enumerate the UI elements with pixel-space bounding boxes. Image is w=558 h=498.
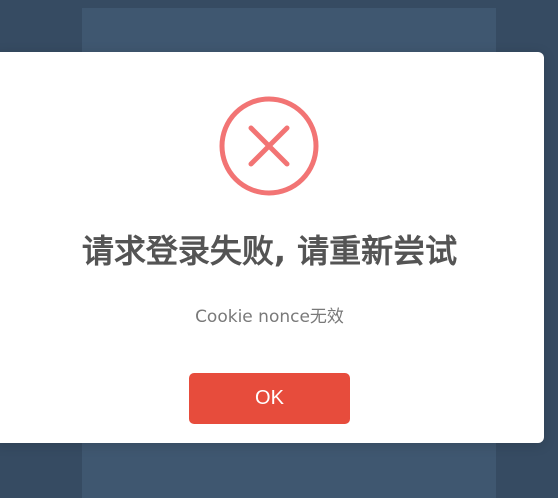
dialog-message: Cookie nonce无效	[195, 307, 344, 327]
error-x-icon	[219, 96, 319, 196]
ok-button[interactable]: OK	[189, 373, 350, 424]
dialog-title: 请求登录失败, 请重新尝试	[81, 232, 458, 270]
